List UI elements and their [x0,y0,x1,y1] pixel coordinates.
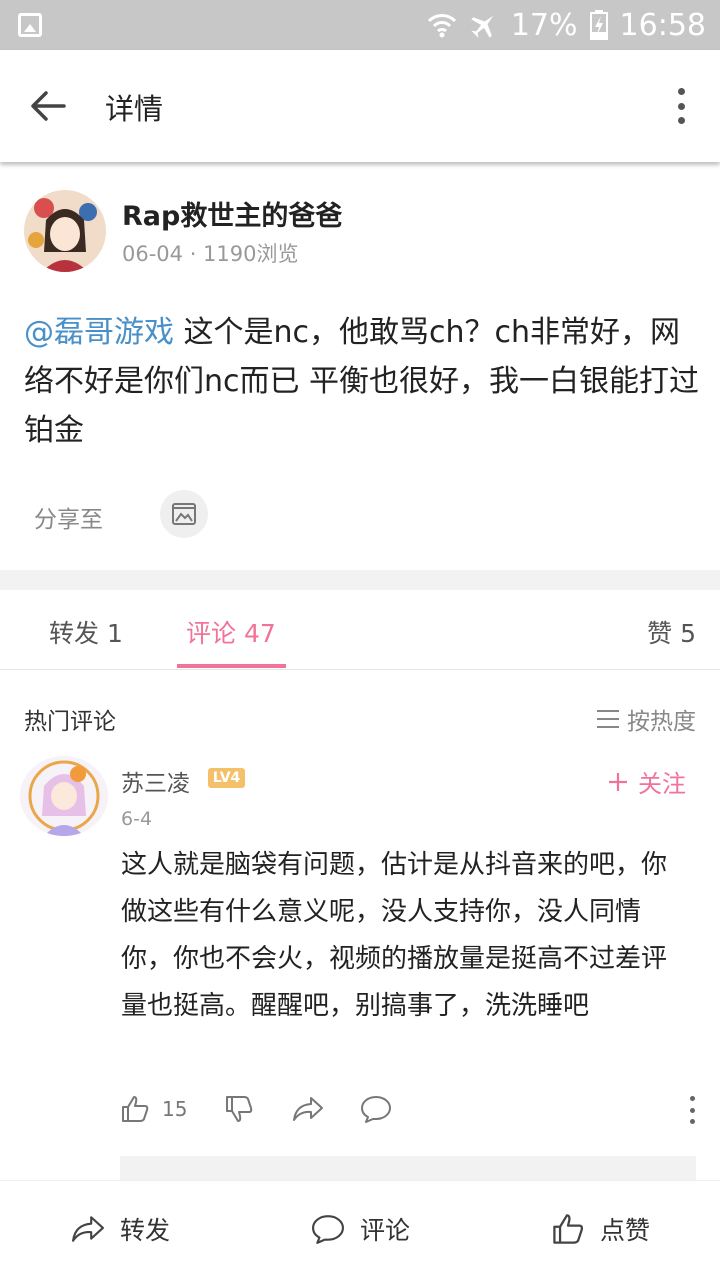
tab-likes[interactable]: 赞 5 [647,614,696,650]
thumbs-up-icon [122,1096,149,1122]
mention-link[interactable]: @磊哥游戏 [24,315,174,350]
comment-label: 评论 [360,1216,411,1245]
repost-button[interactable]: 转发 [70,1211,170,1247]
repost-label: 转发 [120,1216,171,1245]
sort-by-popularity[interactable]: 按热度 [597,702,696,736]
active-tab-indicator [177,664,286,668]
comment-body: 这人就是脑袋有问题，估计是从抖音来的吧，你做这些有什么意义呢，没人支持你，没人同… [121,850,668,1021]
commenter-name[interactable]: 苏三凌 [121,764,190,798]
gallery-notification-icon [18,13,42,37]
comment-button[interactable]: 评论 [310,1211,410,1247]
tab-comments[interactable]: 评论 47 [186,614,276,650]
hot-comments-label: 热门评论 [24,709,116,735]
comment-reply-button[interactable] [360,1094,392,1124]
comment-actions: 15 [120,1092,696,1132]
level-badge: LV4 [208,768,245,788]
comment-more-icon[interactable] [690,1096,696,1124]
clock: 16:58 [619,7,706,43]
image-icon [172,503,196,525]
like-count: 15 [162,1097,188,1121]
battery-percent: 17% [510,7,578,43]
share-image-button[interactable] [160,490,208,538]
post-body: @磊哥游戏 这个是nc，他敢骂ch？ch非常好，网络不好是你们nc而已 平衡也很… [24,308,700,455]
more-options-icon[interactable] [676,88,686,124]
speech-bubble-icon [361,1096,391,1123]
post-meta: 06-04 · 1190浏览 [122,242,299,266]
comment-share-button[interactable] [292,1094,324,1124]
wifi-icon [427,14,456,38]
comment-dislike-button[interactable] [224,1094,254,1124]
share-label: 分享至 [34,507,103,533]
bottom-action-bar: 转发 评论 点赞 [0,1180,720,1280]
battery-charging-icon [589,10,608,40]
author-avatar[interactable] [24,190,106,272]
follow-button[interactable]: 关注 [608,764,686,799]
commenter-avatar[interactable] [20,756,108,836]
follow-label: 关注 [638,770,686,798]
page-title: 详情 [105,92,164,126]
like-button[interactable]: 点赞 [550,1211,650,1247]
thumbs-up-icon [553,1214,584,1244]
back-arrow-icon[interactable] [28,86,68,126]
share-arrow-icon [72,1216,104,1242]
airplane-mode-icon [471,15,494,38]
post-card: Rap救世主的爸爸 06-04 · 1190浏览 @磊哥游戏 这个是nc，他敢骂… [0,162,720,570]
tab-repost[interactable]: 转发 1 [49,614,123,650]
sort-label: 按热度 [627,709,696,735]
comment-like-button[interactable]: 15 [120,1094,187,1124]
app-bar: 详情 [0,50,720,162]
comment-date: 6-4 [121,808,153,830]
speech-bubble-icon [312,1215,344,1244]
sort-icon [597,710,619,728]
status-bar: 17% 16:58 [0,0,720,50]
section-divider [0,570,720,590]
like-label: 点赞 [600,1216,651,1245]
thumbs-down-icon [226,1096,253,1122]
share-arrow-icon [293,1097,323,1121]
tab-bar: 转发 1 评论 47 赞 5 [0,590,720,670]
author-name[interactable]: Rap救世主的爸爸 [122,194,342,233]
plus-icon [609,772,627,791]
